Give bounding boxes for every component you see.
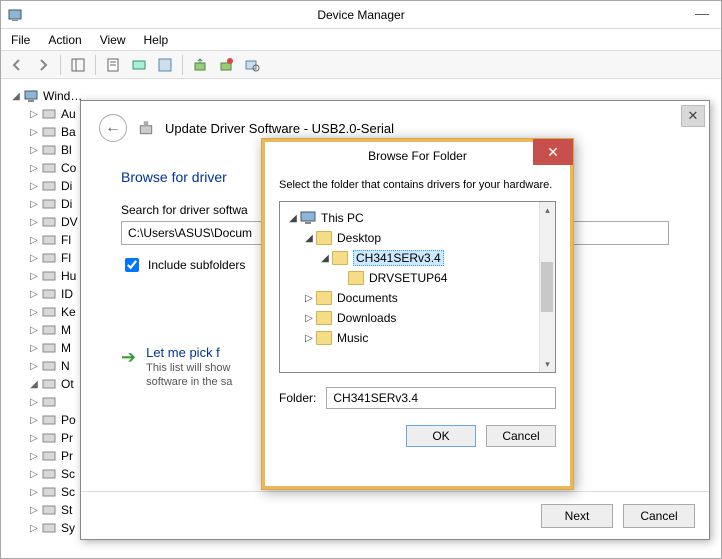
tree-item-this-pc[interactable]: ◢ This PC	[284, 208, 551, 228]
wizard-close-button[interactable]: ✕	[681, 105, 705, 127]
bff-cancel-button[interactable]: Cancel	[486, 425, 556, 447]
arrow-right-icon: ➔	[121, 347, 136, 388]
scroll-up-icon[interactable]: ▴	[540, 202, 555, 218]
update-driver-button[interactable]	[127, 53, 151, 77]
menu-view[interactable]: View	[100, 33, 126, 47]
bff-titlebar: Browse For Folder ✕	[262, 139, 573, 169]
wizard-back-button[interactable]: ←	[99, 114, 127, 142]
folder-icon	[316, 231, 332, 245]
next-button[interactable]: Next	[541, 504, 613, 528]
folder-input[interactable]	[326, 387, 556, 409]
tree-item-drvsetup[interactable]: DRVSETUP64	[284, 268, 551, 288]
scan-hardware-button[interactable]	[240, 53, 264, 77]
folder-icon	[332, 251, 348, 265]
back-button[interactable]	[5, 53, 29, 77]
menubar: File Action View Help	[1, 29, 721, 51]
forward-button[interactable]	[31, 53, 55, 77]
bff-close-button[interactable]: ✕	[533, 139, 573, 165]
browse-for-folder-dialog: Browse For Folder ✕ Select the folder th…	[261, 138, 574, 490]
window-title: Device Manager	[317, 8, 404, 22]
scrollbar[interactable]: ▴ ▾	[539, 202, 555, 372]
folder-tree[interactable]: ◢ This PC ◢ Desktop ◢ CH341SERv3.4 DRVSE…	[279, 201, 556, 373]
tree-item-music[interactable]: ▷ Music	[284, 328, 551, 348]
menu-file[interactable]: File	[11, 33, 30, 47]
tree-item-desktop[interactable]: ◢ Desktop	[284, 228, 551, 248]
dm-titlebar: Device Manager —	[1, 1, 721, 29]
computer-icon	[23, 88, 39, 104]
toolbar	[1, 51, 721, 79]
ok-button[interactable]: OK	[406, 425, 476, 447]
wizard-cancel-button[interactable]: Cancel	[623, 504, 695, 528]
wizard-title: Update Driver Software - USB2.0-Serial	[165, 121, 394, 136]
properties-button[interactable]	[101, 53, 125, 77]
uninstall-button[interactable]	[214, 53, 238, 77]
folder-icon	[316, 331, 332, 345]
update-button[interactable]	[188, 53, 212, 77]
computer-icon	[300, 211, 316, 225]
help-button[interactable]	[153, 53, 177, 77]
folder-icon	[348, 271, 364, 285]
show-hide-tree-button[interactable]	[66, 53, 90, 77]
folder-icon	[316, 291, 332, 305]
minimize-button[interactable]: —	[687, 3, 717, 23]
driver-icon	[137, 119, 155, 137]
folder-icon	[316, 311, 332, 325]
scroll-thumb[interactable]	[541, 262, 553, 312]
folder-label: Folder:	[279, 391, 316, 405]
include-subfolders-input[interactable]	[125, 258, 139, 272]
tree-item-downloads[interactable]: ▷ Downloads	[284, 308, 551, 328]
app-icon	[7, 7, 23, 23]
menu-help[interactable]: Help	[144, 33, 169, 47]
tree-item-ch341[interactable]: ◢ CH341SERv3.4	[284, 248, 551, 268]
bff-title-text: Browse For Folder	[368, 149, 467, 163]
menu-action[interactable]: Action	[48, 33, 81, 47]
tree-item-documents[interactable]: ▷ Documents	[284, 288, 551, 308]
scroll-down-icon[interactable]: ▾	[540, 356, 555, 372]
bff-instruction: Select the folder that contains drivers …	[279, 179, 556, 191]
